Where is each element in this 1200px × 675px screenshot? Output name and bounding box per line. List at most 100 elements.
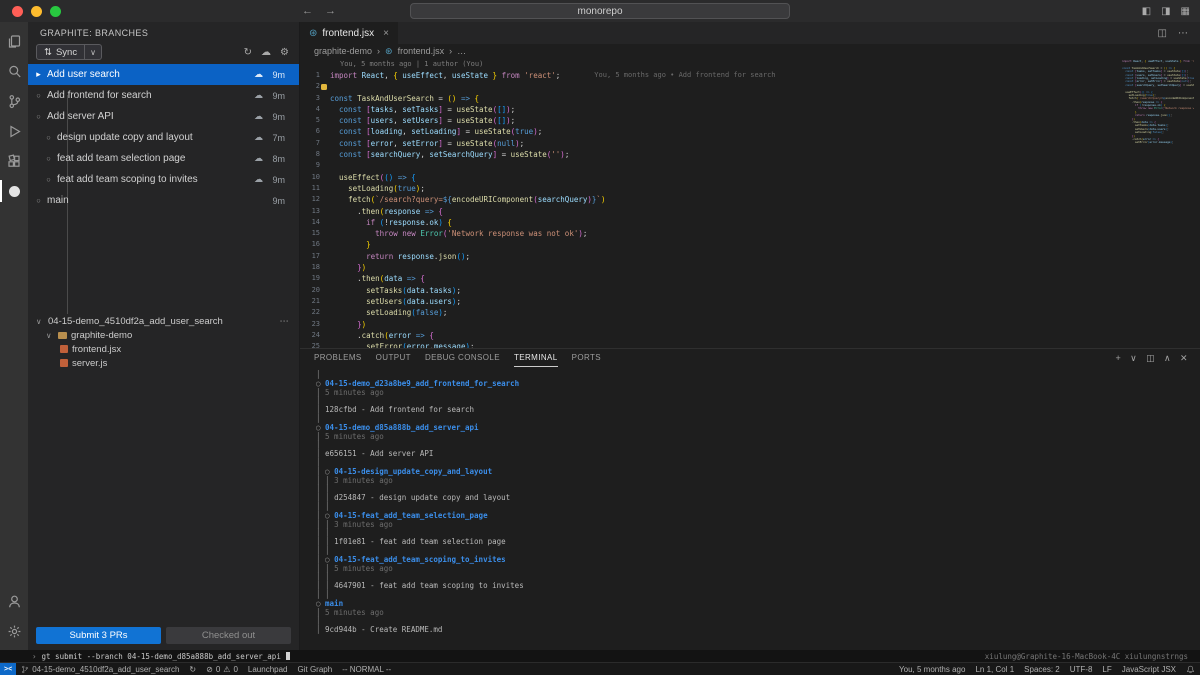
branch-item[interactable]: ○feat add team scoping to invites☁9m [28, 169, 299, 190]
maximize-panel-icon[interactable]: ∧ [1164, 353, 1171, 364]
branch-item[interactable]: ○Add server API☁9m [28, 106, 299, 127]
panel-tab-output[interactable]: OUTPUT [376, 349, 411, 367]
tab-frontend-jsx[interactable]: ⊛ frontend.jsx × [300, 22, 399, 44]
branch-age: 8m [271, 154, 285, 164]
branch-item[interactable]: ○feat add team selection page☁8m [28, 148, 299, 169]
breadcrumb-project[interactable]: graphite-demo [314, 46, 372, 56]
sync-button[interactable]: ⇅ Sync ∨ [36, 44, 102, 60]
line-number: 13 [300, 206, 330, 217]
panel-tab-terminal[interactable]: TERMINAL [514, 349, 558, 367]
status-blame[interactable]: You, 5 months ago [894, 663, 970, 675]
source-control-icon[interactable] [0, 86, 28, 116]
terminal-prompt-bar[interactable]: › gt submit --branch 04-15-demo_d85a888b… [0, 650, 1200, 662]
line-number: 3 [300, 93, 330, 104]
breadcrumb[interactable]: graphite-demo › ⊛ frontend.jsx › … [300, 44, 1200, 58]
cloud-upload-icon[interactable]: ☁ [254, 111, 263, 122]
line-number: 24 [300, 330, 330, 341]
close-tab-icon[interactable]: × [383, 28, 389, 39]
zoom-window-icon[interactable] [50, 6, 61, 17]
branch-dot-icon: ○ [44, 133, 53, 142]
code-line: 17 return response.json(); [300, 251, 1200, 262]
panel-tab-ports[interactable]: PORTS [572, 349, 601, 367]
branch-item[interactable]: ○Add frontend for search☁9m [28, 85, 299, 106]
status-encoding[interactable]: UTF-8 [1065, 663, 1098, 675]
branch-item[interactable]: ○main9m [28, 190, 299, 211]
toggle-secondary-sidebar-icon[interactable]: ◨ [1161, 6, 1170, 17]
commit-graph: ◯ [316, 599, 325, 608]
cloud-upload-icon[interactable]: ☁ [254, 90, 263, 101]
terminal-line: │ │ [316, 591, 1200, 600]
cloud-upload-icon[interactable]: ☁ [254, 174, 263, 185]
commit-graph: │ [316, 449, 325, 458]
codelens-blame[interactable]: You, 5 months ago | 1 author (You) [300, 58, 1200, 70]
branch-label: Add frontend for search [47, 90, 152, 101]
close-panel-icon[interactable]: ✕ [1180, 353, 1188, 364]
command-center[interactable]: monorepo [410, 3, 790, 19]
cloud-upload-icon[interactable]: ☁ [254, 153, 263, 164]
tree-file-row[interactable]: server.js [28, 356, 299, 370]
remote-indicator[interactable]: >< [0, 663, 16, 675]
split-editor-icon[interactable]: ◫ [1158, 28, 1167, 39]
lightbulb-icon[interactable] [321, 84, 327, 90]
tree-file-row[interactable]: frontend.jsx [28, 342, 299, 356]
refresh-icon[interactable]: ↻ [244, 47, 252, 58]
tree-folder-label: graphite-demo [71, 330, 132, 341]
settings-gear-icon[interactable] [0, 616, 28, 646]
account-icon[interactable] [0, 586, 28, 616]
sync-dropdown-icon[interactable]: ∨ [85, 48, 101, 57]
nav-back-icon[interactable]: ← [302, 5, 313, 17]
breadcrumb-symbol[interactable]: … [457, 46, 466, 56]
terminal-line: │ 9cd944b - Create README.md [316, 626, 1200, 635]
status-problems[interactable]: ⊘ 0 ⚠ 0 [201, 663, 243, 675]
branch-item[interactable]: ▸Add user search☁9m [28, 64, 299, 85]
toggle-sidebar-icon[interactable]: ◧ [1142, 6, 1151, 17]
more-actions-icon[interactable]: ⋯ [280, 316, 290, 327]
tree-root-row[interactable]: ∨ 04-15-demo_4510df2a_add_user_search ⋯ [28, 314, 299, 328]
status-git-graph[interactable]: Git Graph [293, 663, 338, 675]
branch-item[interactable]: ○design update copy and layout☁7m [28, 127, 299, 148]
panel-tab-problems[interactable]: PROBLEMS [314, 349, 362, 367]
terminal[interactable]: │ ◯ 04-15-demo_d23a8be9_add_frontend_for… [300, 367, 1200, 650]
cloud-icon[interactable]: ☁ [261, 47, 271, 58]
new-terminal-icon[interactable]: + [1115, 353, 1121, 363]
chevron-down-icon: ∨ [46, 331, 54, 340]
code-editor[interactable]: You, 5 months ago | 1 author (You) 1 impo… [300, 58, 1200, 348]
line-number: 1 [300, 70, 330, 81]
submit-prs-button[interactable]: Submit 3 PRs [36, 627, 161, 644]
customize-layout-icon[interactable]: ▦ [1181, 6, 1190, 17]
status-indentation[interactable]: Spaces: 2 [1019, 663, 1065, 675]
checked-out-button[interactable]: Checked out [166, 627, 291, 644]
commit-graph: │ │ [316, 581, 334, 590]
status-cursor-position[interactable]: Ln 1, Col 1 [970, 663, 1019, 675]
minimize-window-icon[interactable] [31, 6, 42, 17]
minimap[interactable]: import React, { useEffect, useState } fr… [1122, 60, 1194, 145]
terminal-dropdown-icon[interactable]: ∨ [1130, 353, 1137, 364]
status-eol[interactable]: LF [1097, 663, 1116, 675]
run-debug-icon[interactable] [0, 116, 28, 146]
graphite-icon[interactable] [0, 176, 28, 206]
notifications-bell-icon[interactable] [1181, 663, 1200, 675]
code-line: 2 [300, 81, 1200, 92]
status-sync-icon[interactable]: ↻ [184, 663, 201, 675]
status-branch[interactable]: 04-15-demo_4510df2a_add_user_search [16, 663, 184, 675]
breadcrumb-file[interactable]: frontend.jsx [398, 46, 445, 56]
editor-more-actions-icon[interactable]: ⋯ [1178, 28, 1188, 39]
prompt-host-info: xiulung@Graphite-16-MacBook-4C xiulungns… [985, 652, 1188, 661]
branch-label: feat add team scoping to invites [57, 174, 198, 185]
panel-tab-debug-console[interactable]: DEBUG CONSOLE [425, 349, 500, 367]
terminal-line: ◯ main [316, 600, 1200, 609]
close-window-icon[interactable] [12, 6, 23, 17]
explorer-icon[interactable] [0, 26, 28, 56]
commit-graph: │ │ [316, 502, 334, 511]
panel-settings-icon[interactable]: ⚙ [280, 47, 289, 58]
status-launchpad[interactable]: Launchpad [243, 663, 293, 675]
cloud-upload-icon[interactable]: ☁ [254, 69, 263, 80]
titlebar: ← → monorepo ◧ ◨ ▦ [0, 0, 1200, 22]
split-terminal-icon[interactable]: ◫ [1146, 353, 1155, 364]
status-language[interactable]: JavaScript JSX [1117, 663, 1181, 675]
extensions-icon[interactable] [0, 146, 28, 176]
nav-forward-icon[interactable]: → [325, 5, 336, 17]
tree-folder-row[interactable]: ∨ graphite-demo [28, 328, 299, 342]
cloud-upload-icon[interactable]: ☁ [254, 132, 263, 143]
search-icon[interactable] [0, 56, 28, 86]
